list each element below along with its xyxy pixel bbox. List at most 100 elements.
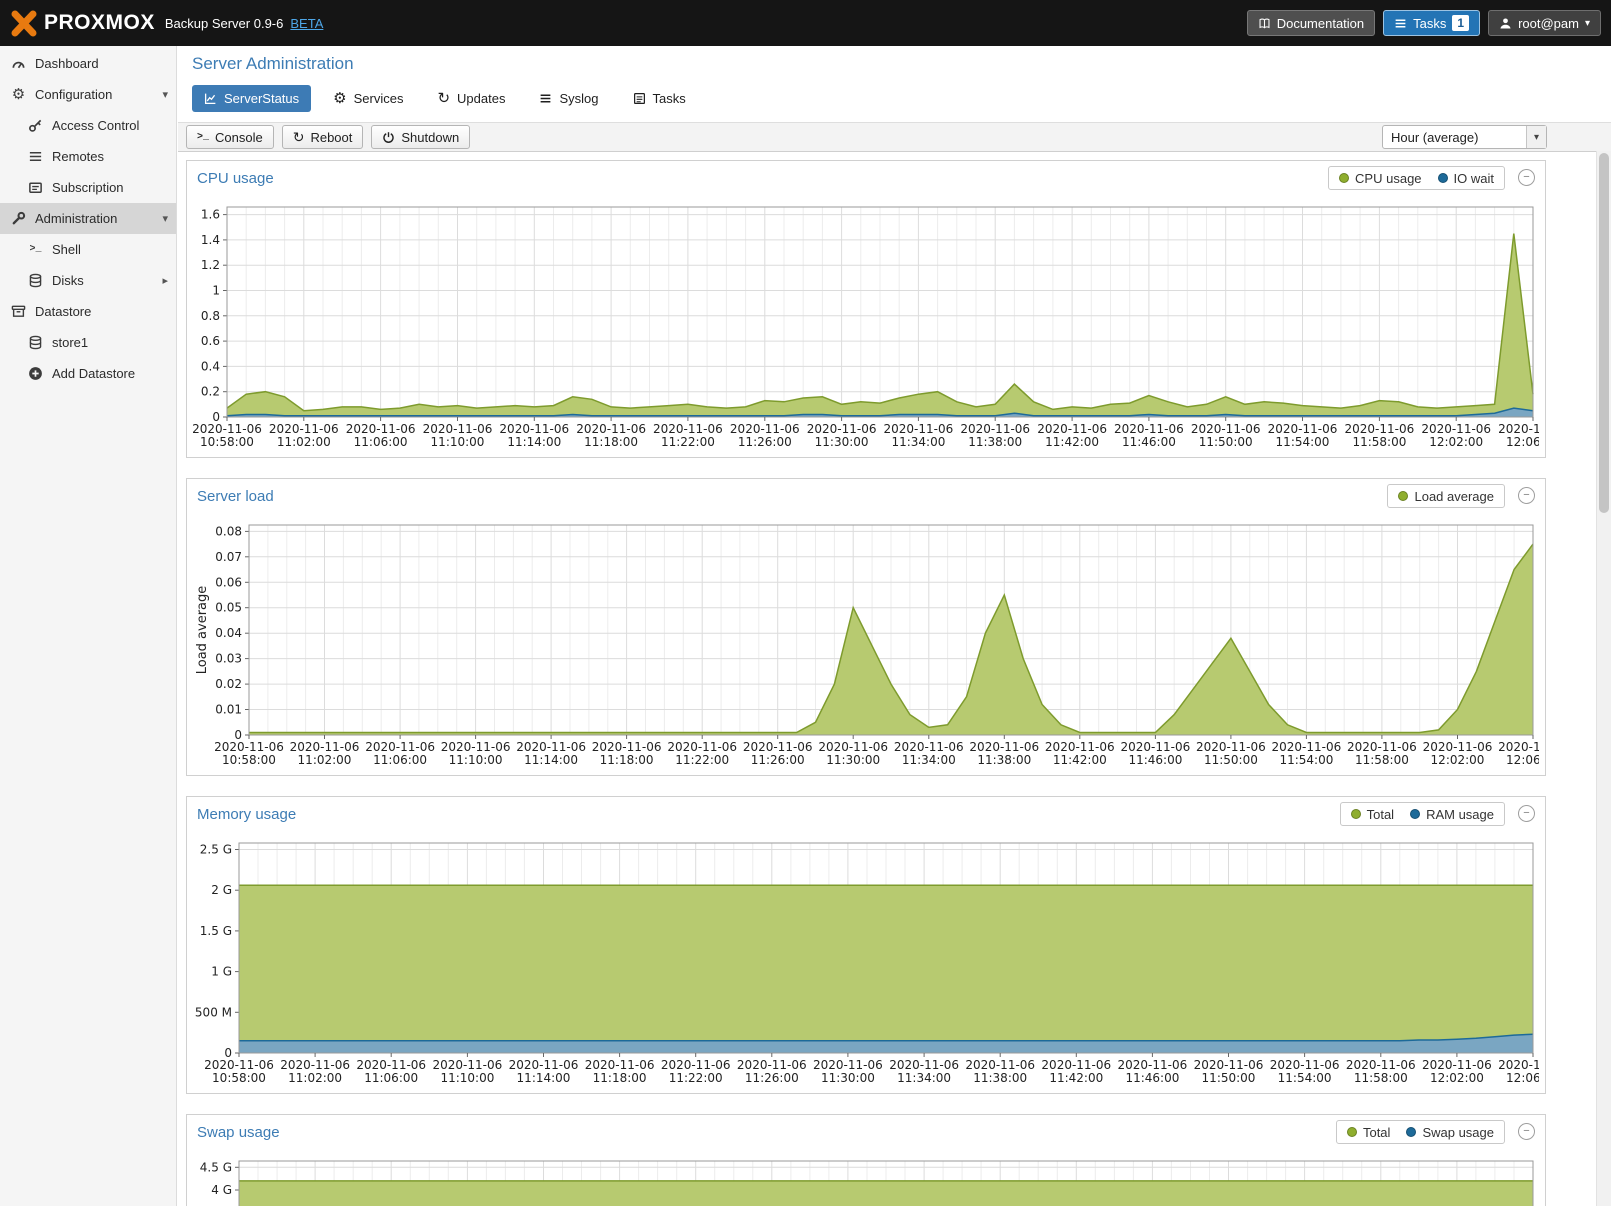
wrench-icon — [10, 211, 27, 226]
svg-text:11:10:00: 11:10:00 — [440, 1071, 494, 1085]
sidebar-item-store1[interactable]: store1 — [0, 327, 176, 358]
svg-text:2020-11-06: 2020-11-06 — [346, 422, 416, 436]
sidebar-item-remotes[interactable]: Remotes — [0, 141, 176, 172]
svg-text:2020-11-06: 2020-11-06 — [1421, 422, 1491, 436]
svg-text:11:34:00: 11:34:00 — [897, 1071, 951, 1085]
reboot-icon: ↻ — [293, 130, 305, 144]
legend-item-load-average[interactable]: Load average — [1398, 489, 1494, 504]
beta-link[interactable]: BETA — [290, 16, 323, 31]
tab-serverstatus[interactable]: ServerStatus — [192, 85, 311, 112]
sidebar-item-shell[interactable]: >_ Shell — [0, 234, 176, 265]
sidebar-item-label: Datastore — [35, 304, 91, 319]
caret-down-icon[interactable]: ▾ — [162, 88, 168, 101]
svg-text:2020-11-06: 2020-11-06 — [516, 740, 586, 754]
legend-item-ram-usage[interactable]: RAM usage — [1410, 807, 1494, 822]
tab-label: Syslog — [559, 91, 598, 106]
caret-down-icon[interactable]: ▾ — [162, 212, 168, 225]
svg-text:11:42:00: 11:42:00 — [1053, 753, 1107, 767]
svg-text:2020-11-06: 2020-11-06 — [1037, 422, 1107, 436]
shutdown-label: Shutdown — [401, 130, 459, 145]
sidebar-item-dashboard[interactable]: Dashboard — [0, 48, 176, 79]
collapse-panel-button[interactable]: − — [1518, 487, 1535, 504]
tab-updates[interactable]: ↻ Updates — [425, 85, 517, 112]
sidebar-item-label: Shell — [52, 242, 81, 257]
tasks-label: Tasks — [1413, 16, 1446, 31]
collapse-panel-button[interactable]: − — [1518, 805, 1535, 822]
sidebar-item-configuration[interactable]: ⚙ Configuration ▾ — [0, 79, 176, 110]
svg-text:0.07: 0.07 — [215, 550, 242, 564]
gears-icon: ⚙ — [10, 87, 27, 102]
svg-text:2020-11-06: 2020-11-06 — [1194, 1058, 1264, 1072]
svg-text:2020-11-06: 2020-11-06 — [1121, 740, 1191, 754]
collapse-panel-button[interactable]: − — [1518, 1123, 1535, 1140]
svg-text:2020-11-06: 2020-11-06 — [894, 740, 964, 754]
tab-tasks[interactable]: Tasks — [621, 85, 698, 112]
sidebar-item-access-control[interactable]: Access Control — [0, 110, 176, 141]
tab-label: Services — [354, 91, 404, 106]
svg-text:12:06:00: 12:06:00 — [1506, 435, 1539, 449]
panel-title: Swap usage — [197, 1124, 280, 1141]
gears-icon: ⚙ — [333, 91, 346, 106]
legend-item-cpu-usage[interactable]: CPU usage — [1339, 171, 1421, 186]
svg-text:11:38:00: 11:38:00 — [973, 1071, 1027, 1085]
svg-text:0.01: 0.01 — [215, 703, 242, 717]
svg-text:2020-11-06: 2020-11-06 — [1268, 422, 1338, 436]
legend-item-total[interactable]: Total — [1351, 807, 1394, 822]
svg-text:11:38:00: 11:38:00 — [977, 753, 1031, 767]
tasks-button[interactable]: Tasks 1 — [1383, 10, 1480, 36]
svg-text:2020-11-06: 2020-11-06 — [193, 422, 262, 436]
shutdown-button[interactable]: Shutdown — [371, 125, 470, 149]
svg-text:11:46:00: 11:46:00 — [1122, 435, 1176, 449]
user-icon — [1499, 17, 1512, 30]
svg-text:11:34:00: 11:34:00 — [902, 753, 956, 767]
collapse-panel-button[interactable]: − — [1518, 169, 1535, 186]
legend-item-io-wait[interactable]: IO wait — [1438, 171, 1494, 186]
svg-text:2020-11-06: 2020-11-06 — [1118, 1058, 1188, 1072]
svg-text:0.2: 0.2 — [201, 385, 220, 399]
console-button[interactable]: >_ Console — [186, 125, 274, 149]
list-icon — [539, 92, 552, 105]
svg-text:11:46:00: 11:46:00 — [1125, 1071, 1179, 1085]
svg-text:11:18:00: 11:18:00 — [600, 753, 654, 767]
svg-text:1: 1 — [212, 284, 220, 298]
svg-text:2020-11-06: 2020-11-06 — [737, 1058, 807, 1072]
vertical-scrollbar[interactable] — [1596, 151, 1611, 1206]
svg-text:10:58:00: 10:58:00 — [222, 753, 276, 767]
legend-item-swap-usage[interactable]: Swap usage — [1406, 1125, 1494, 1140]
svg-text:2020-11-06: 2020-11-06 — [730, 422, 800, 436]
sidebar-item-datastore[interactable]: Datastore — [0, 296, 176, 327]
legend-item-total[interactable]: Total — [1347, 1125, 1390, 1140]
sidebar-item-label: store1 — [52, 335, 88, 350]
svg-text:2020-11-06: 2020-11-06 — [1498, 422, 1539, 436]
gauge-icon — [10, 56, 27, 71]
reboot-button[interactable]: ↻ Reboot — [282, 125, 364, 149]
sidebar-item-add-datastore[interactable]: Add Datastore — [0, 358, 176, 389]
svg-text:2020-11-06: 2020-11-06 — [433, 1058, 503, 1072]
tab-services[interactable]: ⚙ Services — [321, 85, 415, 112]
svg-text:12:06:00: 12:06:00 — [1506, 753, 1539, 767]
svg-text:2020-11-06: 2020-11-06 — [509, 1058, 579, 1072]
svg-text:2020-11-06: 2020-11-06 — [499, 422, 569, 436]
caret-right-icon[interactable]: ▸ — [162, 274, 168, 287]
scrollbar-thumb[interactable] — [1599, 153, 1609, 513]
tab-syslog[interactable]: Syslog — [527, 85, 610, 112]
svg-text:1 G: 1 G — [211, 965, 232, 979]
time-range-select[interactable]: Hour (average) ▾ — [1382, 125, 1547, 149]
svg-text:2020-11-06: 2020-11-06 — [1270, 1058, 1340, 1072]
user-menu-button[interactable]: root@pam ▾ — [1488, 10, 1601, 36]
svg-text:0.04: 0.04 — [215, 626, 242, 640]
sidebar-item-subscription[interactable]: Subscription — [0, 172, 176, 203]
list-icon — [27, 149, 44, 164]
svg-text:2020-11-06: 2020-11-06 — [653, 422, 723, 436]
svg-text:2020-11-06: 2020-11-06 — [969, 740, 1039, 754]
svg-text:0.03: 0.03 — [215, 652, 242, 666]
svg-text:11:50:00: 11:50:00 — [1202, 1071, 1256, 1085]
svg-text:12:02:00: 12:02:00 — [1431, 753, 1485, 767]
sidebar-item-disks[interactable]: Disks ▸ — [0, 265, 176, 296]
cpu-usage-chart: 00.20.40.60.811.21.41.62020-11-0610:58:0… — [193, 199, 1539, 451]
terminal-prompt-icon: >_ — [197, 132, 209, 143]
select-trigger[interactable]: ▾ — [1526, 126, 1546, 148]
svg-text:0.02: 0.02 — [215, 677, 242, 691]
documentation-button[interactable]: Documentation — [1247, 10, 1375, 36]
sidebar-item-administration[interactable]: Administration ▾ — [0, 203, 176, 234]
